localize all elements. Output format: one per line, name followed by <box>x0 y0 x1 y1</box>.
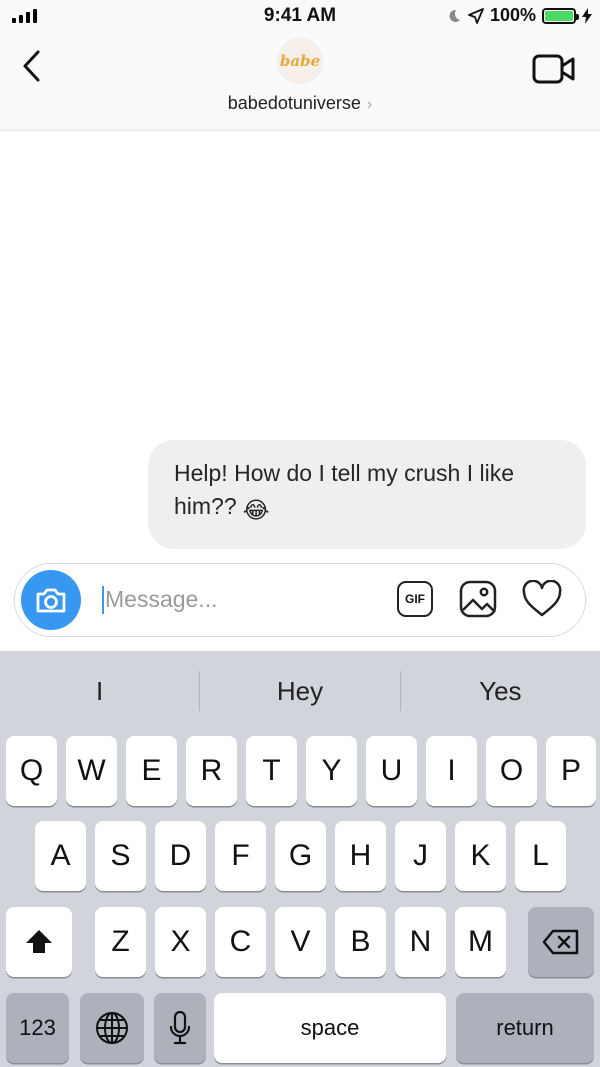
conversation-header: babe babedotuniverse › <box>0 32 600 131</box>
back-arrow-icon[interactable] <box>18 48 48 84</box>
key-x[interactable]: X <box>155 907 206 977</box>
delete-key[interactable] <box>528 907 594 977</box>
key-y[interactable]: Y <box>306 736 357 806</box>
username-link[interactable]: babedotuniverse › <box>0 93 600 114</box>
key-p[interactable]: P <box>546 736 596 806</box>
key-t[interactable]: T <box>246 736 297 806</box>
sent-message-bubble[interactable]: Help! How do I tell my crush I like him?… <box>148 440 586 549</box>
key-w[interactable]: W <box>66 736 117 806</box>
backspace-icon <box>542 929 579 955</box>
globe-key[interactable] <box>80 993 144 1063</box>
space-key[interactable]: space <box>214 993 446 1063</box>
battery-percent: 100% <box>489 5 536 25</box>
charging-bolt-icon <box>582 7 592 24</box>
key-o[interactable]: O <box>486 736 537 806</box>
shift-arrow-icon <box>26 930 52 953</box>
message-input[interactable]: Message... <box>105 586 218 613</box>
key-k[interactable]: K <box>455 821 506 891</box>
key-r[interactable]: R <box>186 736 237 806</box>
suggestion-3[interactable]: Yes <box>401 676 600 707</box>
suggestion-2[interactable]: Hey <box>200 676 399 707</box>
suggestion-1[interactable]: I <box>0 676 199 707</box>
avatar-logo-text: babe <box>279 52 321 70</box>
predictive-bar: I Hey Yes <box>0 651 600 731</box>
key-m[interactable]: M <box>455 907 506 977</box>
tears-of-joy-emoji: 😂 <box>242 497 270 523</box>
globe-icon <box>96 1012 128 1044</box>
numbers-key[interactable]: 123 <box>6 993 69 1063</box>
key-l[interactable]: L <box>515 821 566 891</box>
gif-button[interactable]: GIF <box>397 581 433 617</box>
key-h[interactable]: H <box>335 821 386 891</box>
chevron-right-icon: › <box>366 96 373 113</box>
key-v[interactable]: V <box>275 907 326 977</box>
key-j[interactable]: J <box>395 821 446 891</box>
return-key[interactable]: return <box>456 993 594 1063</box>
username: babedotuniverse <box>227 93 361 113</box>
heart-icon[interactable] <box>522 580 562 618</box>
key-c[interactable]: C <box>215 907 266 977</box>
key-u[interactable]: U <box>366 736 417 806</box>
moon-icon <box>449 9 460 22</box>
camera-button[interactable] <box>21 570 81 630</box>
key-g[interactable]: G <box>275 821 326 891</box>
location-arrow-icon <box>468 7 484 24</box>
status-bar: 9:41 AM 100% <box>0 0 600 32</box>
key-q[interactable]: Q <box>6 736 57 806</box>
avatar[interactable]: babe <box>277 38 323 84</box>
key-f[interactable]: F <box>215 821 266 891</box>
key-s[interactable]: S <box>95 821 146 891</box>
keyboard: I Hey Yes Q W E R T Y U I O P A S D F G … <box>0 651 600 1067</box>
camera-icon <box>36 588 66 613</box>
text-cursor <box>102 586 104 614</box>
key-z[interactable]: Z <box>95 907 146 977</box>
microphone-icon <box>169 1010 191 1045</box>
shift-key[interactable] <box>6 907 72 977</box>
key-d[interactable]: D <box>155 821 206 891</box>
key-b[interactable]: B <box>335 907 386 977</box>
key-n[interactable]: N <box>395 907 446 977</box>
key-i[interactable]: I <box>426 736 477 806</box>
key-a[interactable]: A <box>35 821 86 891</box>
dictation-key[interactable] <box>154 993 206 1063</box>
message-composer: Message... GIF <box>14 563 586 637</box>
video-call-icon[interactable] <box>532 52 576 86</box>
key-e[interactable]: E <box>126 736 177 806</box>
gallery-icon[interactable] <box>459 580 497 618</box>
message-thread: Help! How do I tell my crush I like him?… <box>0 131 600 551</box>
message-text: Help! How do I tell my crush I like him?… <box>174 460 515 519</box>
battery-icon <box>542 7 579 24</box>
